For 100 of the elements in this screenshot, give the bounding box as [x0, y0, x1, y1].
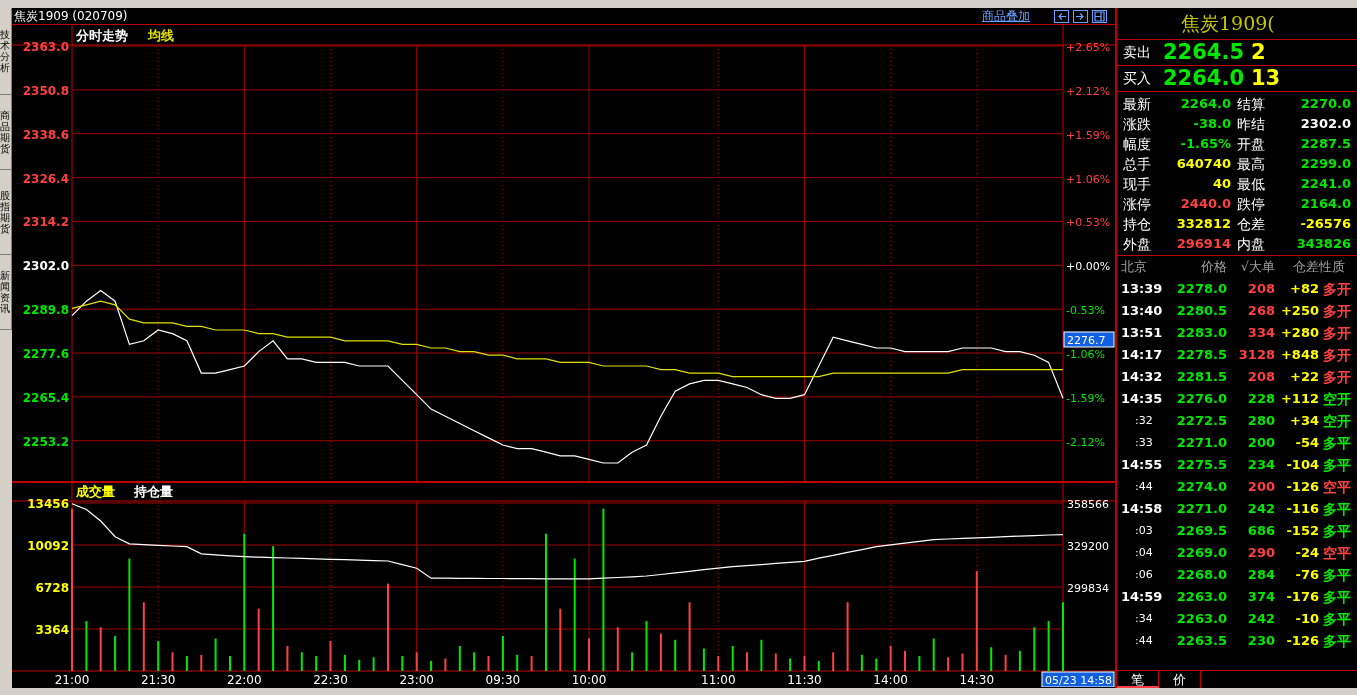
trade-price: 2278.5 [1175, 346, 1227, 365]
trade-type: 多平 [1322, 587, 1352, 607]
trade-price: 2280.5 [1175, 302, 1227, 321]
stat-label: 涨停 [1123, 194, 1152, 214]
trade-oi-change: -116 [1285, 500, 1319, 519]
time-axis-label: 14:00 [873, 673, 908, 687]
percent-axis-label: +0.53% [1066, 216, 1111, 230]
percent-axis-label: -0.53% [1066, 304, 1105, 318]
trade-volume: 200 [1246, 434, 1275, 453]
trade-oi-change: +112 [1279, 390, 1319, 409]
price-axis-label: 2338.6 [22, 127, 69, 142]
stat-value: -38.0 [1192, 115, 1232, 134]
side-tab[interactable]: 股指期货 [0, 170, 12, 255]
trade-type: 多平 [1322, 521, 1352, 541]
stat-value: 2270.0 [1299, 95, 1352, 114]
trade-volume: 234 [1246, 456, 1275, 475]
stat-label: 内盘 [1237, 234, 1266, 254]
stat-value: 640740 [1175, 155, 1232, 174]
stat-label: 昨结 [1237, 114, 1266, 134]
stat-value: 2440.0 [1179, 195, 1232, 214]
percent-axis-label: +2.65% [1066, 41, 1111, 54]
stat-label: 持仓 [1123, 214, 1152, 234]
price-axis-label: 2302.0 [22, 259, 69, 274]
percent-axis-label: +1.59% [1066, 128, 1111, 142]
price-axis-label: 2350.8 [22, 83, 69, 98]
side-tab[interactable]: 新闻资讯 [0, 255, 12, 330]
time-axis-label: 22:00 [227, 673, 262, 687]
trade-price: 2278.0 [1175, 280, 1227, 299]
trade-type: 多平 [1322, 609, 1352, 629]
trade-type: 多开 [1322, 301, 1352, 321]
column-header: 北京 [1121, 258, 1148, 277]
trade-volume: 284 [1246, 566, 1275, 585]
column-header: 价格 [1200, 258, 1227, 277]
open-interest-axis-label: 329200 [1067, 540, 1109, 553]
trade-price: 2281.5 [1175, 368, 1227, 387]
trade-volume: 228 [1246, 390, 1275, 409]
trade-time: 13:40 [1121, 302, 1164, 321]
percent-axis-label: -2.12% [1066, 435, 1105, 449]
trade-price: 2263.0 [1175, 588, 1227, 607]
price-axis-label: 2363.0 [22, 40, 69, 54]
stat-label: 最新 [1123, 94, 1152, 114]
trade-price: 2269.0 [1175, 544, 1227, 563]
stat-value: 2241.0 [1299, 175, 1352, 194]
trade-time: :34 [1134, 610, 1154, 627]
trade-price: 2271.0 [1175, 500, 1227, 519]
sell-label: 卖出 [1123, 43, 1152, 62]
time-axis-label: 09:30 [485, 673, 521, 687]
view-tab[interactable]: 笔 [1117, 671, 1159, 688]
stat-value: 40 [1211, 175, 1232, 194]
trade-time: 14:59 [1121, 588, 1164, 607]
trade-oi-change: +34 [1289, 412, 1319, 431]
trade-oi-change: -126 [1285, 478, 1319, 497]
trade-price: 2268.0 [1175, 566, 1227, 585]
trade-time: :33 [1134, 434, 1154, 451]
price-axis-label: 2326.4 [22, 171, 69, 186]
price-axis-label: 2289.8 [22, 303, 69, 318]
stat-value: 343826 [1295, 235, 1352, 254]
trade-oi-change: -54 [1294, 434, 1319, 453]
trade-time: 13:51 [1121, 324, 1164, 343]
side-tab[interactable]: 技术分析 [0, 8, 12, 95]
percent-axis-label: +0.00% [1066, 260, 1111, 274]
stat-value: -1.65% [1179, 135, 1232, 154]
stat-value: 332812 [1175, 215, 1232, 234]
trade-volume: 242 [1246, 610, 1275, 629]
trade-price: 2271.0 [1175, 434, 1227, 453]
percent-axis-label: -1.59% [1066, 391, 1105, 405]
stat-value: 2264.0 [1179, 95, 1232, 114]
trade-type: 多平 [1322, 455, 1352, 475]
price-axis-label: 2314.2 [22, 215, 69, 230]
trade-oi-change: -10 [1294, 610, 1319, 629]
time-axis-label: 21:30 [140, 673, 176, 687]
buy-price: 2264.0 [1163, 64, 1246, 92]
time-axis-label: 23:00 [399, 673, 434, 687]
price-axis-label: 2253.2 [22, 434, 69, 449]
trade-time: :06 [1134, 566, 1154, 583]
percent-axis-label: -1.06% [1066, 348, 1105, 361]
trade-volume: 200 [1246, 478, 1275, 497]
percent-axis-label: +1.06% [1066, 172, 1111, 186]
stat-value: 2164.0 [1299, 195, 1352, 214]
trade-type: 多开 [1322, 345, 1352, 365]
stat-label: 仓差 [1237, 214, 1266, 234]
overlay-link[interactable]: 商品叠加 [982, 7, 1030, 25]
trade-volume: 208 [1246, 368, 1275, 387]
trade-time: 14:32 [1121, 368, 1164, 387]
trade-oi-change: -24 [1294, 544, 1319, 563]
price-axis-label: 2277.6 [22, 347, 69, 361]
stat-label: 现手 [1123, 174, 1152, 194]
stat-label: 最低 [1237, 174, 1266, 194]
volume-axis-label: 13456 [27, 497, 69, 511]
trade-oi-change: +22 [1289, 368, 1319, 387]
trade-price: 2275.5 [1175, 456, 1227, 475]
trade-time: :44 [1134, 632, 1154, 649]
time-axis-label: 11:30 [787, 673, 822, 687]
trade-price: 2269.5 [1175, 522, 1227, 541]
time-axis-label: 11:00 [701, 673, 736, 687]
legend-label: 均线 [148, 28, 174, 43]
trade-type: 空平 [1322, 477, 1352, 497]
grid-icon[interactable] [1093, 9, 1106, 23]
side-tab[interactable]: 商品期货 [0, 95, 12, 170]
trade-type: 多平 [1322, 433, 1352, 453]
